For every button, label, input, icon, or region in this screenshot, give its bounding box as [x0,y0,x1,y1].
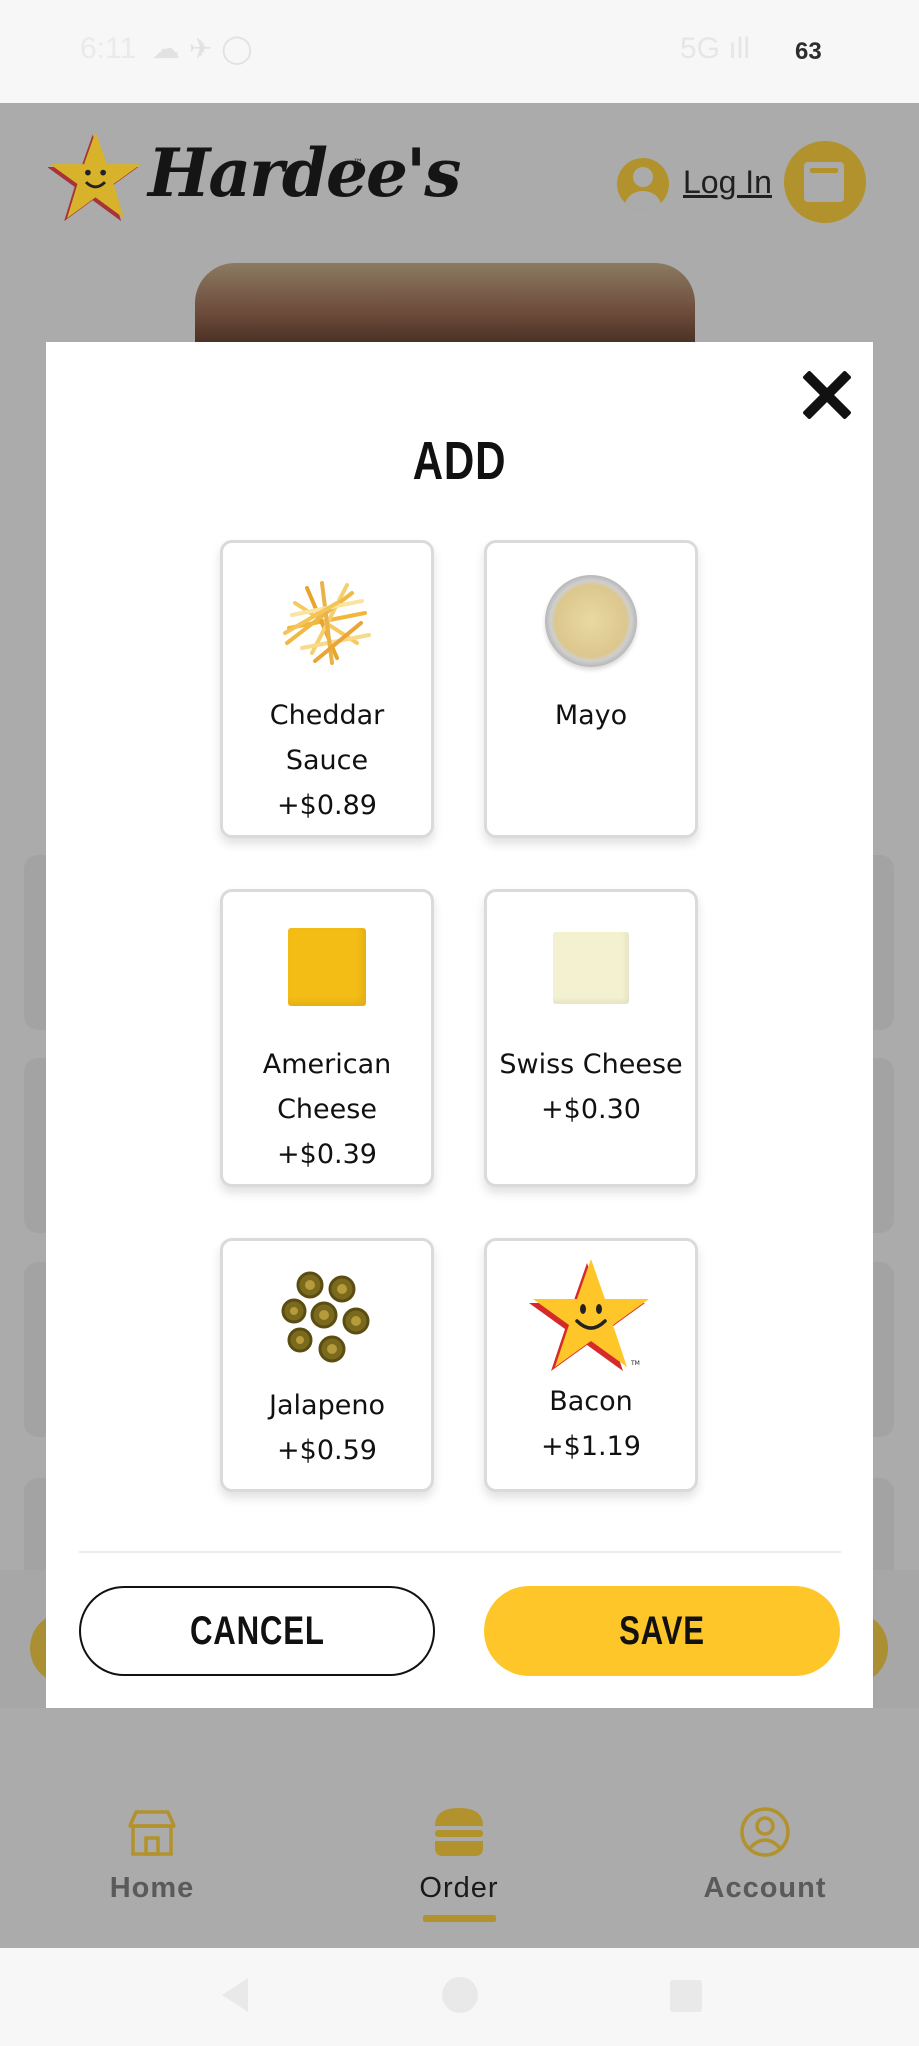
option-name: Mayo [554,700,628,731]
cart-button[interactable] [784,141,866,223]
burger-icon [435,1808,483,1856]
star-logo-icon [48,131,142,222]
option-name: Swiss Cheese [499,1049,683,1080]
nav-item-order[interactable]: Order [398,1806,520,1905]
home-button-icon[interactable] [442,1977,478,2013]
option-name: Sauce [285,745,369,776]
status-time: 6:11 [80,32,137,65]
option-name: Cheese [277,1094,377,1125]
option-name: Bacon [549,1386,633,1417]
nav-label-order: Order [419,1872,499,1904]
account-icon [740,1807,790,1857]
status-icons: ☁ ✈ ◯ [152,32,253,65]
back-icon[interactable] [222,1978,248,2012]
brand-wordmark: Hardee's [148,134,461,212]
nav-item-home[interactable]: Home [92,1806,212,1905]
option-price: +$0.30 [541,1094,641,1125]
option-bacon[interactable]: TM Bacon +$1.19 [484,1238,698,1492]
save-label: SAVE [619,1608,705,1653]
modal-divider [79,1551,841,1553]
login-link[interactable]: Log In [683,164,772,201]
product-hero-image [195,263,695,343]
star-logo-icon: TM [529,1259,649,1371]
nav-item-account[interactable]: Account [690,1806,840,1905]
option-name: Jalapeno [269,1390,385,1421]
option-mayo[interactable]: Mayo [484,540,698,838]
option-jalapeno[interactable]: Jalapeno +$0.59 [220,1238,434,1492]
svg-text:TM: TM [630,1360,640,1367]
active-tab-indicator [423,1915,496,1922]
swiss-cheese-slice-icon [553,932,629,1004]
option-cheddar-sauce[interactable]: Cheddar Sauce +$0.89 [220,540,434,838]
status-bar: 6:11 ☁ ✈ ◯ 5G ıll 63 [0,0,919,103]
recent-apps-icon[interactable] [670,1980,702,2012]
user-icon[interactable] [617,158,669,210]
option-swiss-cheese[interactable]: Swiss Cheese +$0.30 [484,889,698,1187]
mayo-cup-icon [545,575,637,667]
cancel-button[interactable]: CANCEL [79,1586,435,1676]
option-american-cheese[interactable]: American Cheese +$0.39 [220,889,434,1187]
trademark-mark: ™ [353,158,363,169]
shredded-cheese-icon [283,581,371,665]
home-icon [128,1810,176,1856]
option-name: Cheddar [269,700,385,731]
nav-label-account: Account [703,1872,827,1904]
close-icon[interactable] [798,367,854,423]
hardees-logo[interactable]: Hardee's ™ [48,128,461,228]
cancel-label: CANCEL [189,1608,325,1653]
jalapeno-slices-icon [281,1271,370,1363]
network-indicator: 5G ıll [680,32,751,65]
modal-title: ADD [412,431,507,491]
add-modal: ADD Cheddar Sauce +$0.89 Mayo American C… [46,342,873,1708]
option-name: American [262,1049,392,1080]
option-price: +$1.19 [541,1431,641,1462]
battery-level: 63 [795,38,822,65]
nav-label-home: Home [109,1872,195,1904]
american-cheese-slice-icon [288,928,366,1006]
option-price: +$0.89 [277,790,377,821]
option-price: +$0.59 [277,1435,377,1466]
bag-icon [804,162,844,202]
save-button[interactable]: SAVE [484,1586,840,1676]
option-price: +$0.39 [277,1139,377,1170]
